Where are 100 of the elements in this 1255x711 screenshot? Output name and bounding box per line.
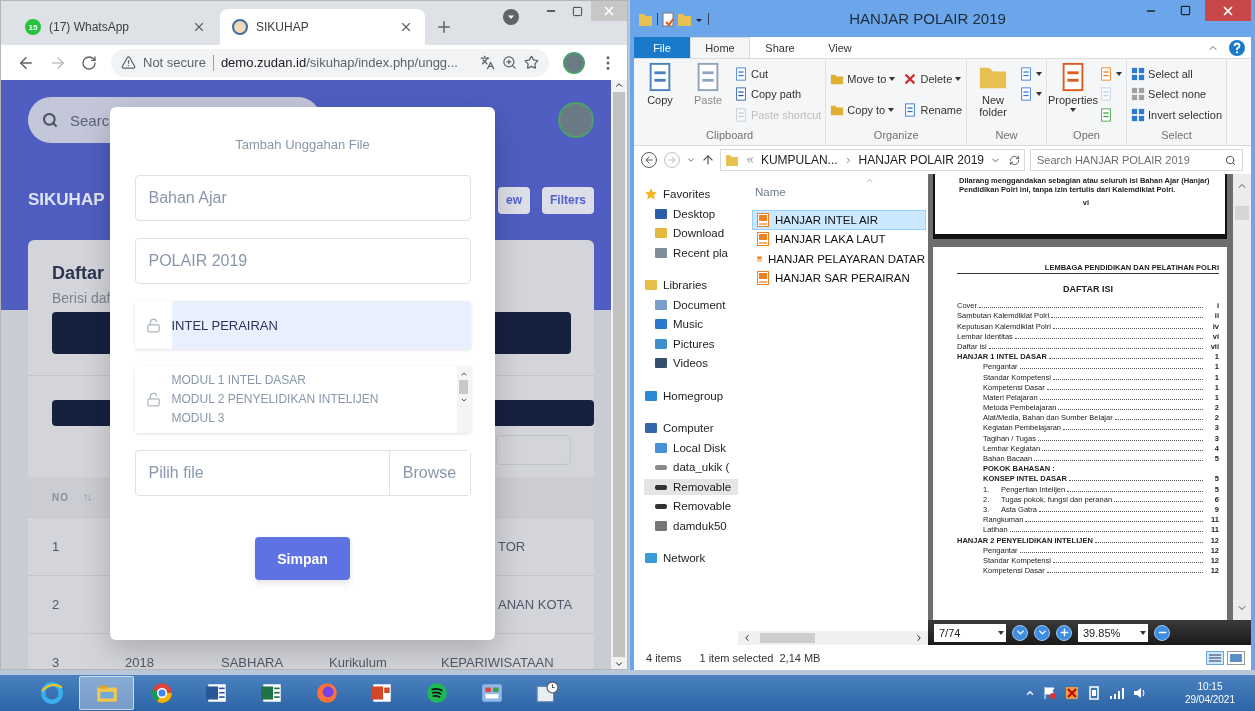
bookmark-star-icon[interactable]: [524, 55, 539, 70]
nav-item[interactable]: Computer: [644, 420, 738, 437]
close-icon[interactable]: [399, 20, 413, 34]
brand-title: SIKUHAP: [28, 190, 105, 210]
header-button[interactable]: ew: [497, 186, 530, 214]
nav-item[interactable]: Desktop: [644, 205, 738, 222]
ribbon-button[interactable]: Properties: [1051, 62, 1096, 129]
ribbon-tab[interactable]: Home: [690, 37, 750, 58]
new-tab-icon[interactable]: [435, 18, 453, 36]
nav-item[interactable]: Libraries: [644, 277, 738, 294]
notification-badge: 15: [25, 19, 41, 35]
cross-icon: [903, 72, 918, 87]
address-bar[interactable]: Not secure demo.zudan.id/sikuhap/index.php/ungg...: [111, 48, 549, 77]
url-text: demo.zudan.id/sikuhap/index.php/ungg...: [220, 55, 459, 70]
page-number-field[interactable]: 7/74: [934, 623, 1006, 642]
address-bar[interactable]: KUMPULAN... HANJAR POLAIR 2019: [720, 149, 1025, 171]
scroll-up-icon[interactable]: [614, 80, 624, 90]
input-field[interactable]: [496, 435, 571, 465]
ribbon-button[interactable]: Rename: [903, 94, 963, 125]
profile-dropdown-icon[interactable]: [503, 9, 519, 25]
zoom-field[interactable]: 39.85%: [1078, 623, 1148, 642]
nav-item[interactable]: Download: [644, 225, 738, 242]
nav-item[interactable]: Local Disk: [644, 439, 738, 456]
nav-item[interactable]: Recent pla: [644, 244, 738, 261]
table-cell-text: 1: [52, 539, 61, 554]
nav-item[interactable]: Pictures: [644, 335, 738, 352]
zoom-in-button[interactable]: [1056, 624, 1072, 641]
maximize-icon[interactable]: [572, 5, 583, 17]
card-subtitle: Berisi daf: [52, 290, 112, 306]
file-item[interactable]: HANJAR PELAYARAN DATAR: [752, 249, 926, 269]
browser-tab[interactable]: SIKUHAP: [220, 9, 425, 45]
column-header: NO: [52, 491, 69, 503]
refresh-icon[interactable]: [1009, 154, 1020, 166]
nav-item[interactable]: Removable: [644, 478, 738, 495]
flag-icon[interactable]: [1042, 686, 1057, 700]
nav-item[interactable]: Homegroup: [644, 387, 738, 404]
unlock-icon: [145, 392, 161, 407]
nav-item[interactable]: Document: [644, 296, 738, 313]
nav-item[interactable]: Network: [644, 550, 738, 567]
nav-item[interactable]: data_ukik (: [644, 459, 738, 476]
card-title: Daftar: [52, 262, 105, 284]
recent-locations-icon[interactable]: [686, 155, 696, 165]
pdf-file-icon: [757, 212, 769, 227]
profile-avatar[interactable]: [563, 51, 585, 74]
nav-item[interactable]: Favorites: [644, 186, 738, 203]
ribbon-button[interactable]: Move to: [830, 64, 896, 95]
ribbon-button[interactable]: Copy: [638, 62, 682, 129]
nav-item[interactable]: Videos: [644, 355, 738, 372]
nav-item[interactable]: Removable: [644, 498, 738, 515]
reload-icon[interactable]: [81, 54, 97, 71]
ribbon-button[interactable]: Select none: [1131, 84, 1223, 105]
show-hidden-icons-icon[interactable]: [1024, 688, 1035, 698]
save-button[interactable]: Simpan: [255, 537, 350, 580]
help-icon[interactable]: [1229, 39, 1245, 56]
scroll-down-icon[interactable]: [614, 659, 624, 669]
network-icon[interactable]: [1086, 686, 1101, 700]
ribbon-button[interactable]: Cut: [734, 64, 822, 85]
search-field[interactable]: Search HANJAR POLAIR 2019: [1030, 149, 1243, 171]
file-item[interactable]: HANJAR LAKA LAUT: [752, 229, 926, 249]
back-icon[interactable]: [640, 151, 658, 169]
volume-icon[interactable]: [1132, 687, 1147, 699]
details-view-icon[interactable]: [1206, 650, 1224, 665]
file-item[interactable]: HANJAR SAR PERAIRAN: [752, 268, 926, 288]
scrollbar-thumb[interactable]: [459, 380, 468, 394]
nav-item[interactable]: damduk50: [644, 517, 738, 534]
breadcrumb-item[interactable]: KUMPULAN...: [760, 153, 838, 167]
preview-view-icon[interactable]: [1227, 650, 1245, 665]
column-header[interactable]: Name: [755, 186, 786, 198]
ribbon-button[interactable]: Copy to: [830, 94, 896, 125]
clock[interactable]: 10:15 29/04/2021: [1184, 680, 1235, 706]
up-icon[interactable]: [701, 153, 715, 167]
ribbon-button[interactable]: Select all: [1131, 64, 1223, 85]
select-field[interactable]: INTEL PERAIRAN: [134, 301, 471, 349]
zoom-icon[interactable]: [502, 55, 517, 70]
calendar-app-icon: [534, 681, 559, 705]
zoom-out-button[interactable]: [1154, 624, 1170, 641]
ribbon-button[interactable]: Invert selection: [1131, 104, 1223, 125]
translate-icon[interactable]: [480, 55, 495, 70]
last-page-button[interactable]: [1034, 624, 1050, 641]
scrollbar-thumb[interactable]: [613, 92, 625, 657]
signal-icon[interactable]: [1108, 687, 1125, 699]
nav-item[interactable]: Music: [644, 316, 738, 333]
scroll-left-icon[interactable]: [742, 633, 752, 643]
close-icon[interactable]: [192, 20, 206, 34]
ribbon-button[interactable]: New folder: [971, 62, 1016, 129]
ribbon-button[interactable]: Delete: [903, 64, 963, 95]
scrollbar-thumb[interactable]: [760, 633, 815, 643]
ribbon-tab[interactable]: File: [634, 37, 690, 58]
scroll-right-icon[interactable]: [914, 633, 924, 643]
file-item[interactable]: HANJAR INTEL AIR: [752, 210, 926, 230]
breadcrumb-item[interactable]: HANJAR POLAIR 2019: [858, 153, 984, 167]
textarea-line: MODUL 2 PENYELIDIKAN INTELIJEN: [171, 391, 380, 408]
maximize-icon[interactable]: [1179, 5, 1191, 16]
recent-icon: [654, 245, 668, 260]
security-icon[interactable]: [1064, 686, 1079, 700]
browser-tab[interactable]: 15 (17) WhatsApp: [13, 9, 218, 45]
next-page-button[interactable]: [1012, 624, 1028, 641]
ribbon-button[interactable]: Copy path: [734, 84, 822, 105]
header-button[interactable]: Filters: [542, 186, 594, 214]
table-cell-text: Kurikulum: [329, 655, 388, 669]
